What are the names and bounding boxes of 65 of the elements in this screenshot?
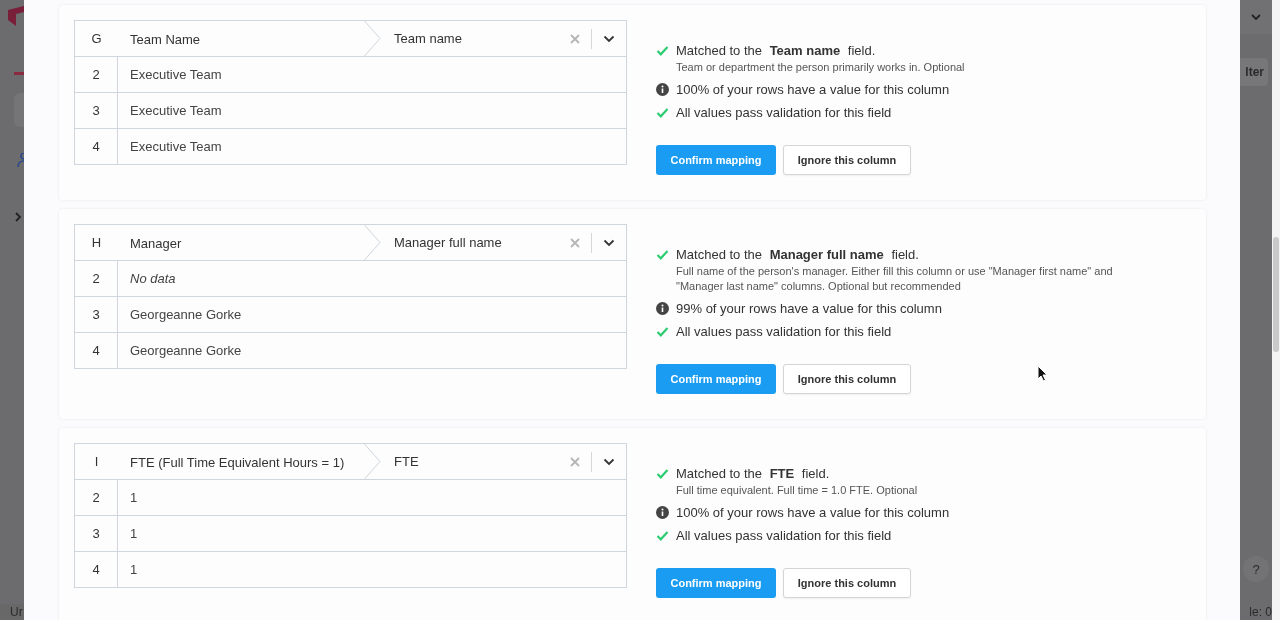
target-field-select[interactable]: Team name (381, 21, 626, 56)
status-text: 100% of your rows have a value for this column (676, 505, 950, 521)
check-icon (656, 44, 669, 57)
clear-icon[interactable] (570, 33, 580, 44)
row-number: 2 (75, 57, 118, 92)
clear-icon[interactable] (570, 237, 580, 248)
info-icon (656, 302, 669, 315)
column-letter: H (90, 235, 103, 250)
row-number: 3 (75, 297, 118, 332)
mouse-pointer-icon (1037, 365, 1048, 382)
cell-value: Georgeanne Gorke (129, 307, 242, 322)
source-column-header: FTE (Full Time Equivalent Hours = 1) (129, 454, 346, 470)
tab-underline (14, 72, 24, 75)
clear-icon[interactable] (570, 456, 580, 467)
caret-icon (603, 34, 615, 43)
status-text: Matched to the Team name field. (676, 43, 877, 59)
ignore-column-button[interactable]: Ignore this column (783, 568, 911, 598)
status-text: 100% of your rows have a value for this column (676, 82, 950, 98)
status-text: Matched to the Manager full name field. (676, 247, 920, 263)
check-icon (656, 467, 669, 480)
row-number: 4 (75, 333, 118, 368)
column-letter: G (90, 31, 103, 46)
field-description: Team or department the person primarily works in. Optional (676, 60, 965, 75)
caret-icon (603, 238, 615, 247)
cell-value: Executive Team (129, 103, 222, 118)
chevron-right-icon (15, 212, 22, 222)
row-number: 2 (75, 261, 118, 296)
cell-value: 1 (129, 526, 138, 541)
check-icon (656, 529, 669, 542)
status-text: Matched to the FTE field. (676, 466, 831, 482)
caret-icon (603, 457, 615, 466)
cell-value: 1 (129, 490, 138, 505)
target-field-select[interactable]: Manager full name (381, 225, 626, 260)
cell-value: Georgeanne Gorke (129, 343, 242, 358)
check-icon (656, 325, 669, 338)
status-text: le: 0 (1248, 604, 1272, 620)
check-icon (656, 248, 669, 261)
row-number: 3 (75, 516, 118, 551)
target-field-select[interactable]: FTE (381, 444, 626, 479)
info-icon (656, 83, 669, 96)
empty-value: No data (129, 271, 176, 286)
cell-value: Executive Team (129, 67, 222, 82)
source-column-header: Manager (129, 235, 183, 251)
column-letter: I (93, 454, 100, 469)
ignore-column-button[interactable]: Ignore this column (783, 364, 911, 394)
cell-value: 1 (129, 562, 138, 577)
check-icon (656, 106, 669, 119)
row-number: 4 (75, 129, 118, 164)
status-text: All values pass validation for this field (676, 528, 892, 544)
row-number: 3 (75, 93, 118, 128)
status-text: All values pass validation for this field (676, 105, 892, 121)
status-text: All values pass validation for this field (676, 324, 892, 340)
chevron-down-icon (1251, 13, 1261, 21)
status-text: Ur (0, 604, 24, 620)
row-number: 4 (75, 552, 118, 587)
info-icon (656, 506, 669, 519)
source-column-header: Team Name (129, 31, 202, 47)
person-icon (17, 153, 24, 167)
field-description: Full time equivalent. Full time = 1.0 FTE. Optional (676, 483, 918, 498)
ignore-column-button[interactable]: Ignore this column (783, 145, 911, 175)
cell-value: Executive Team (129, 139, 222, 154)
row-number: 2 (75, 480, 118, 515)
scrollbar-thumb[interactable] (1273, 237, 1279, 352)
status-text: 99% of your rows have a value for this column (676, 301, 942, 317)
field-description: Full name of the person's manager. Either fill this column or use "Manager first name" and "Manager last name" columns. Optional but recommended (676, 264, 1114, 294)
